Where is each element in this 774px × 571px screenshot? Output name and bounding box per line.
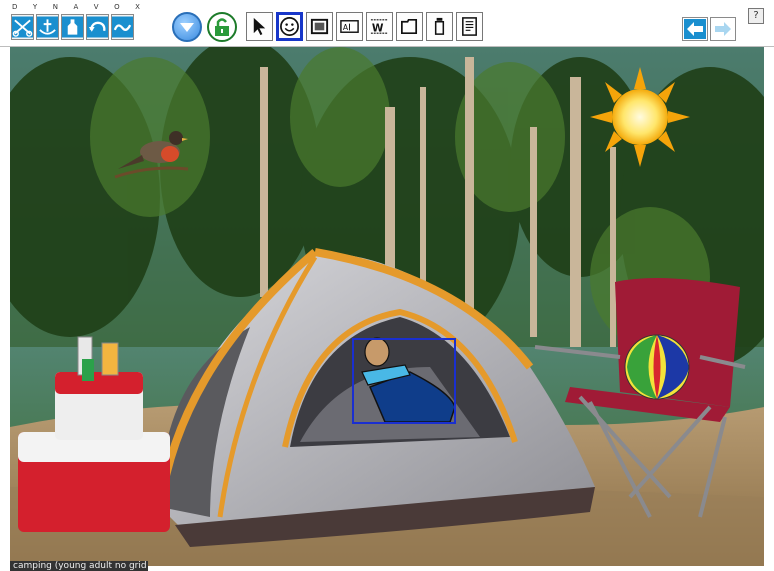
bottle-icon xyxy=(62,16,83,38)
selected-hotspot-child[interactable] xyxy=(352,338,456,424)
folder-icon xyxy=(401,18,418,35)
navigate-down-icon xyxy=(180,23,194,32)
brand-letter: O xyxy=(114,3,120,11)
forward-arrow-icon xyxy=(715,22,731,36)
word-tool[interactable]: W xyxy=(366,12,393,41)
brand-letter: N xyxy=(52,3,58,11)
page-name-label: camping (young adult no grid do xyxy=(10,561,148,571)
anchor-icon xyxy=(37,16,58,38)
brand-letter: Y xyxy=(32,3,38,11)
back-button[interactable] xyxy=(682,17,708,41)
redo-icon xyxy=(112,16,133,38)
scene-canvas xyxy=(10,47,764,566)
word-icon: W xyxy=(370,19,389,34)
edit-tools xyxy=(11,14,134,40)
toolbar: D Y N A V O X A W ? xyxy=(0,0,774,47)
lock-button[interactable] xyxy=(207,12,237,42)
text-label-icon: A xyxy=(340,20,359,33)
forward-button[interactable] xyxy=(710,17,736,41)
back-arrow-icon xyxy=(684,19,706,39)
object-tools: A W xyxy=(246,12,483,41)
scissors-icon xyxy=(12,16,33,38)
brand-logo: D Y N A V O X xyxy=(12,3,140,11)
navigation-arrows xyxy=(682,17,736,41)
bottle-button[interactable] xyxy=(61,14,84,40)
beach-ball-graphic xyxy=(624,334,690,400)
page-tool[interactable] xyxy=(456,12,483,41)
brand-letter: V xyxy=(93,3,99,11)
sun-graphic xyxy=(590,67,690,167)
folder-tool[interactable] xyxy=(396,12,423,41)
camping-scene-image xyxy=(10,47,764,566)
smiley-tool[interactable] xyxy=(276,12,303,41)
frame-tool[interactable] xyxy=(306,12,333,41)
brand-letter: X xyxy=(135,3,140,11)
text-label-tool[interactable]: A xyxy=(336,12,363,41)
brand-letter: D xyxy=(12,3,18,11)
svg-text:W: W xyxy=(372,22,384,34)
svg-text:A: A xyxy=(343,23,349,32)
page-icon xyxy=(462,17,477,36)
undo-button[interactable] xyxy=(86,14,109,40)
pointer-tool[interactable] xyxy=(246,12,273,41)
lock-icon xyxy=(215,18,229,36)
anchor-button[interactable] xyxy=(36,14,59,40)
frame-icon xyxy=(310,18,329,35)
smiley-icon xyxy=(280,17,299,36)
jar-tool[interactable] xyxy=(426,12,453,41)
redo-button[interactable] xyxy=(111,14,134,40)
undo-icon xyxy=(87,16,108,38)
jar-icon xyxy=(434,17,445,35)
navigate-down-button[interactable] xyxy=(172,12,202,42)
brand-letter: A xyxy=(73,3,79,11)
pointer-icon xyxy=(253,17,266,36)
scissors-button[interactable] xyxy=(11,14,34,40)
help-button[interactable]: ? xyxy=(748,8,764,24)
